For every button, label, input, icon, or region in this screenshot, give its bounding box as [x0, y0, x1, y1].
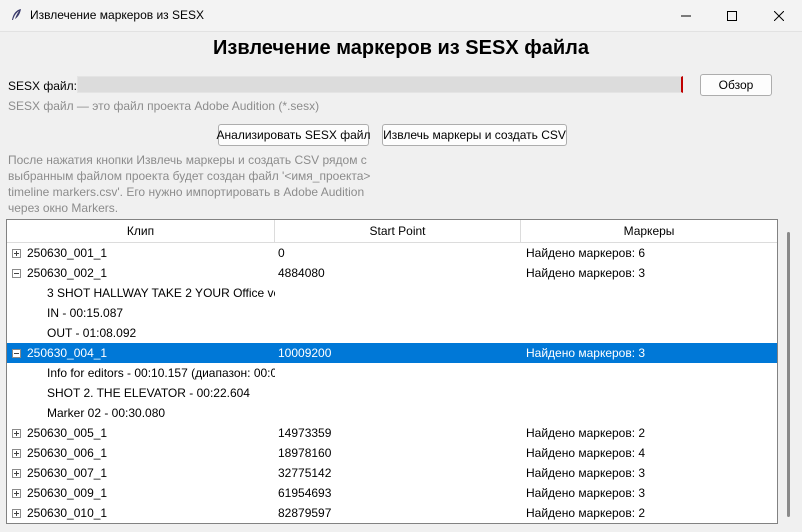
maximize-icon [727, 10, 737, 21]
tree-header: Клип Start Point Маркеры [7, 220, 777, 243]
start-point-cell: 32775142 [278, 466, 332, 480]
tree-row[interactable]: 250630_001_1 0 Найдено маркеров: 6 [7, 243, 777, 263]
marker-text: 3 SHOT HALLWAY TAKE 2 YOUR Office ver [47, 286, 275, 300]
scrollbar-thumb[interactable] [787, 232, 790, 517]
marker-text: Info for editors - 00:10.157 (диапазон: … [47, 366, 275, 380]
markers-count-cell: Найдено маркеров: 3 [526, 466, 646, 480]
tree-child-row[interactable]: Marker 02 - 00:30.080 [7, 403, 777, 423]
feather-icon [12, 9, 21, 20]
page-title: Извлечение маркеров из SESX файла [213, 37, 589, 59]
tree-row[interactable]: 250630_004_1 10009200 Найдено маркеров: 3 [7, 343, 777, 363]
tree-row[interactable]: 250630_007_1 32775142 Найдено маркеров: 3 [7, 463, 777, 483]
start-point-cell: 82879597 [278, 506, 332, 520]
browse-button[interactable]: Обзор [700, 74, 772, 96]
start-point-cell: 0 [278, 246, 285, 260]
title-bar: Извлечение маркеров из SESX [0, 0, 802, 32]
markers-count-cell: Найдено маркеров: 2 [526, 506, 646, 520]
expand-icon[interactable] [12, 469, 21, 478]
clip-name: 250630_009_1 [27, 486, 108, 500]
tree-child-row[interactable]: IN - 00:15.087 [7, 303, 777, 323]
maximize-button[interactable] [709, 0, 755, 31]
expand-icon[interactable] [12, 449, 21, 458]
start-point-cell: 18978160 [278, 446, 332, 460]
clip-name: 250630_007_1 [27, 466, 108, 480]
clip-name: 250630_002_1 [27, 266, 108, 280]
markers-count-cell: Найдено маркеров: 3 [526, 346, 646, 360]
tree-child-row[interactable]: SHOT 2. THE ELEVATOR - 00:22.604 [7, 383, 777, 403]
tree-row[interactable]: 250630_006_1 18978160 Найдено маркеров: 4 [7, 443, 777, 463]
marker-text: IN - 00:15.087 [47, 306, 124, 320]
markers-count-cell: Найдено маркеров: 4 [526, 446, 646, 460]
close-button[interactable] [756, 0, 802, 31]
markers-count-cell: Найдено маркеров: 6 [526, 246, 646, 260]
marker-text: SHOT 2. THE ELEVATOR - 00:22.604 [47, 386, 250, 400]
start-point-cell: 14973359 [278, 426, 332, 440]
sesx-file-label: SESX файл: [8, 79, 77, 93]
minimize-button[interactable] [663, 0, 709, 31]
start-point-cell: 10009200 [278, 346, 332, 360]
tree-row[interactable]: 250630_005_1 14973359 Найдено маркеров: 2 [7, 423, 777, 443]
markers-count-cell: Найдено маркеров: 3 [526, 266, 646, 280]
clips-tree[interactable]: Клип Start Point Маркеры 250630_001_1 0 На… [6, 219, 778, 524]
start-point-cell: 61954693 [278, 486, 332, 500]
sesx-file-hint: SESX файл — это файл проекта Adobe Audit… [8, 99, 320, 113]
analyze-button[interactable]: Анализировать SESX файл [217, 124, 370, 146]
instructions-text: После нажатия кнопки Извлечь маркеры и с… [8, 153, 371, 215]
sesx-file-field[interactable] [77, 76, 683, 93]
collapse-icon[interactable] [12, 349, 21, 358]
tree-child-row[interactable]: 3 SHOT HALLWAY TAKE 2 YOUR Office ver [7, 283, 777, 303]
tree-child-row[interactable]: OUT - 01:08.092 [7, 323, 777, 343]
clip-name: 250630_010_1 [27, 506, 108, 520]
close-icon [774, 10, 784, 21]
markers-count-cell: Найдено маркеров: 2 [526, 426, 646, 440]
tree-row[interactable]: 250630_009_1 61954693 Найдено маркеров: 3 [7, 483, 777, 503]
start-point-cell: 4884080 [278, 266, 325, 280]
clip-name: 250630_006_1 [27, 446, 108, 460]
expand-icon[interactable] [12, 249, 21, 258]
tree-row[interactable]: 250630_002_1 4884080 Найдено маркеров: 3 [7, 263, 777, 283]
tree-row[interactable]: 250630_010_1 82879597 Найдено маркеров: 2 [7, 503, 777, 523]
collapse-icon[interactable] [12, 269, 21, 278]
column-header-markers[interactable]: Маркеры [521, 220, 777, 242]
tree-child-row[interactable]: Info for editors - 00:10.157 (диапазон: … [7, 363, 777, 383]
extract-markers-button[interactable]: Извлечь маркеры и создать CSV [382, 124, 567, 146]
marker-text: Marker 02 - 00:30.080 [47, 406, 166, 420]
minimize-icon [681, 15, 691, 16]
clip-name: 250630_001_1 [27, 246, 108, 260]
window-title: Извлечение маркеров из SESX [30, 8, 205, 22]
clip-name: 250630_004_1 [27, 346, 108, 360]
expand-icon[interactable] [12, 429, 21, 438]
marker-text: OUT - 01:08.092 [47, 326, 137, 340]
column-header-clip[interactable]: Клип [7, 220, 275, 242]
column-header-start-point[interactable]: Start Point [275, 220, 521, 242]
markers-count-cell: Найдено маркеров: 3 [526, 486, 646, 500]
tree-rows: 250630_001_1 0 Найдено маркеров: 6 250630_0… [7, 243, 777, 523]
expand-icon[interactable] [12, 509, 21, 518]
clip-name: 250630_005_1 [27, 426, 108, 440]
expand-icon[interactable] [12, 489, 21, 498]
